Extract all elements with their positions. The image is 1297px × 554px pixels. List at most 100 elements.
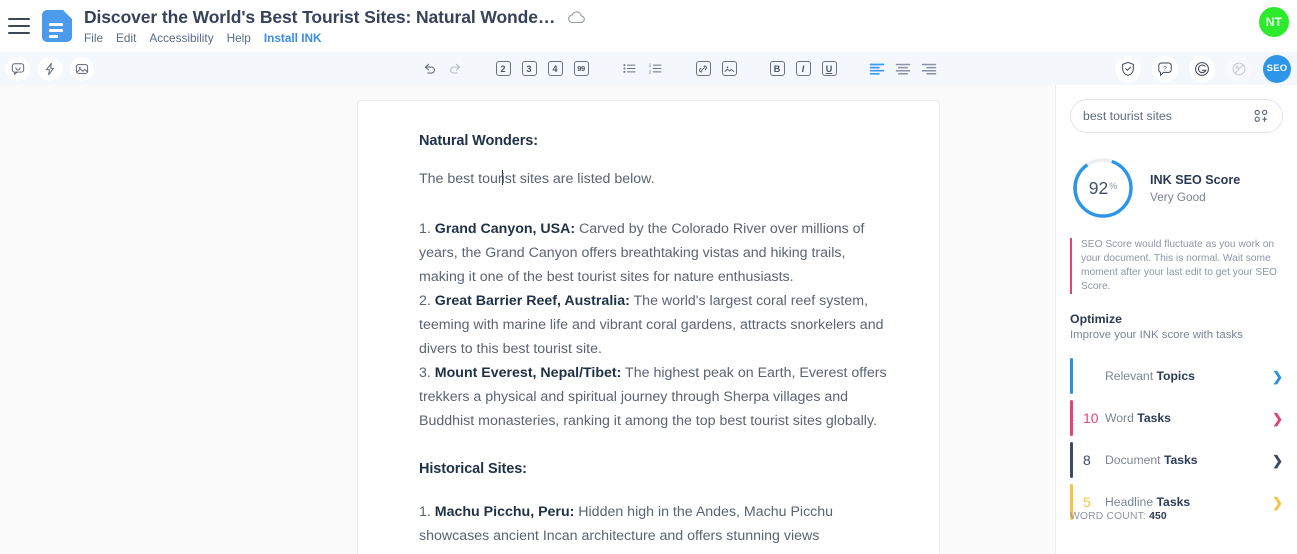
task-label-light: Document <box>1105 453 1164 467</box>
list-item-term: Grand Canyon, USA: <box>434 221 576 237</box>
help-icon[interactable]: ? <box>1152 55 1178 82</box>
task-relevant-topics[interactable]: Relevant Topics ❯ <box>1070 355 1283 397</box>
intro-paragraph: The best tourist sites are listed below. <box>419 170 894 187</box>
optimize-subtitle: Improve your INK score with tasks <box>1070 329 1243 341</box>
avatar[interactable]: NT <box>1259 7 1289 37</box>
seo-score-text: INK SEO Score Very Good <box>1150 173 1240 204</box>
link-icon[interactable] <box>690 56 716 82</box>
align-left-icon[interactable] <box>864 56 890 82</box>
list-item: 1. Grand Canyon, USA: Carved by the Colo… <box>419 217 894 289</box>
grammar-icon[interactable] <box>1189 55 1215 82</box>
menu-edit[interactable]: Edit <box>116 31 136 45</box>
heading-natural-wonders: Natural Wonders: <box>419 133 538 149</box>
task-count: 10 <box>1083 410 1099 426</box>
doc-line <box>49 35 58 38</box>
chevron-right-icon[interactable]: ❯ <box>1272 412 1283 425</box>
redo-icon[interactable] <box>442 56 468 82</box>
menu-toggle-icon[interactable] <box>8 18 30 34</box>
list-item-number: 1. <box>419 221 431 237</box>
heading-4-button[interactable]: 4 <box>542 56 568 82</box>
word-count-label: WORD COUNT: <box>1070 511 1146 522</box>
optimize-task-list: Relevant Topics ❯ 10 Word Tasks ❯ 8 Docu… <box>1070 355 1283 523</box>
menu-install-ink[interactable]: Install INK <box>264 31 322 45</box>
heading-3-label: 3 <box>521 61 537 76</box>
seo-score-rating: Very Good <box>1150 189 1206 204</box>
chevron-right-icon[interactable]: ❯ <box>1272 454 1283 467</box>
chevron-right-icon[interactable]: ❯ <box>1272 370 1283 383</box>
seo-score-unit: % <box>1109 181 1118 191</box>
app-menubar: File Edit Accessibility Help Install INK <box>84 31 585 45</box>
task-label-bold: Tasks <box>1156 495 1191 509</box>
align-center-icon[interactable] <box>890 56 916 82</box>
toolbar-left-group <box>6 56 94 81</box>
seo-score-value-wrap: 92% <box>1070 155 1136 221</box>
task-document-tasks[interactable]: 8 Document Tasks ❯ <box>1070 439 1283 481</box>
word-count: WORD COUNT: 450 <box>1070 511 1167 522</box>
task-label-light: Relevant <box>1105 369 1157 383</box>
menu-accessibility[interactable]: Accessibility <box>149 31 213 45</box>
task-count: 8 <box>1083 452 1091 468</box>
task-count: 5 <box>1083 494 1091 510</box>
natural-wonders-list: 1. Grand Canyon, USA: Carved by the Colo… <box>419 217 894 433</box>
heading-2-label: 2 <box>495 61 511 76</box>
historical-sites-list: 1. Machu Picchu, Peru: Hidden high in th… <box>419 500 894 548</box>
shield-check-icon[interactable] <box>1115 55 1141 82</box>
svg-text:2: 2 <box>648 70 651 75</box>
task-word-tasks[interactable]: 10 Word Tasks ❯ <box>1070 397 1283 439</box>
seo-score-title: INK SEO Score <box>1150 172 1241 187</box>
underline-button[interactable]: U <box>816 56 842 82</box>
task-label-bold: Tasks <box>1137 411 1171 425</box>
chevron-right-icon[interactable]: ❯ <box>1272 496 1283 509</box>
toolbar-format-group: 2 3 4 99 1 2 B I U <box>416 52 942 85</box>
document-logo-icon <box>42 10 72 42</box>
align-right-icon[interactable] <box>916 56 942 82</box>
menu-file[interactable]: File <box>84 31 103 45</box>
bold-button[interactable]: B <box>764 56 790 82</box>
italic-button[interactable]: I <box>790 56 816 82</box>
document-body[interactable]: Natural Wonders: The best tourist sites … <box>358 101 939 548</box>
comment-icon[interactable] <box>6 56 30 81</box>
heading-4-label: 4 <box>547 61 563 76</box>
toolbar-right-group: ? SEO <box>1115 52 1291 85</box>
intro-text-before: The best tour <box>419 171 503 187</box>
task-label: Word Tasks <box>1105 411 1272 425</box>
hamburger-line <box>8 18 30 20</box>
seo-button[interactable]: SEO <box>1263 54 1291 83</box>
word-count-value: 450 <box>1149 511 1167 522</box>
list-item-number: 3. <box>419 365 431 381</box>
plagiarism-icon[interactable] <box>1226 55 1252 82</box>
menu-help[interactable]: Help <box>227 31 251 45</box>
editor-toolbar: 2 3 4 99 1 2 B I U ? SEO <box>0 52 1297 85</box>
seo-score-note: SEO Score would fluctuate as you work on… <box>1070 238 1283 294</box>
svg-text:?: ? <box>1163 65 1167 72</box>
italic-label: I <box>795 61 811 76</box>
task-label-light: Headline <box>1105 495 1157 509</box>
hamburger-line <box>8 25 30 27</box>
bullet-list-icon[interactable] <box>616 56 642 82</box>
link-glyph <box>695 61 711 76</box>
task-label-light: Word <box>1105 411 1138 425</box>
blockquote-button[interactable]: 99 <box>568 56 594 82</box>
image-icon[interactable] <box>70 56 94 81</box>
intro-text-after: ist sites are listed below. <box>501 171 655 187</box>
insert-image-icon[interactable] <box>716 56 742 82</box>
keywords-icon[interactable] <box>1254 109 1270 123</box>
page-title[interactable]: Discover the World's Best Tourist Sites:… <box>84 7 555 28</box>
list-item-term: Great Barrier Reef, Australia: <box>434 293 630 309</box>
undo-icon[interactable] <box>416 56 442 82</box>
heading-3-button[interactable]: 3 <box>516 56 542 82</box>
heading-2-button[interactable]: 2 <box>490 56 516 82</box>
task-label: Relevant Topics <box>1105 369 1272 383</box>
task-label: Document Tasks <box>1105 453 1272 467</box>
keyword-value: best tourist sites <box>1083 109 1172 123</box>
numbered-list-icon[interactable]: 1 2 <box>642 56 668 82</box>
lightning-icon[interactable] <box>38 56 62 81</box>
doc-line <box>49 23 63 26</box>
keyword-input[interactable]: best tourist sites <box>1070 99 1283 133</box>
list-item: 1. Machu Picchu, Peru: Hidden high in th… <box>419 500 894 548</box>
seo-score-block: 92% INK SEO Score Very Good <box>1070 155 1283 221</box>
seo-score-ring: 92% <box>1070 155 1136 221</box>
list-item: 3. Mount Everest, Nepal/Tibet: The highe… <box>419 361 894 433</box>
document-page[interactable]: Natural Wonders: The best tourist sites … <box>357 100 940 554</box>
hamburger-line <box>8 32 30 34</box>
